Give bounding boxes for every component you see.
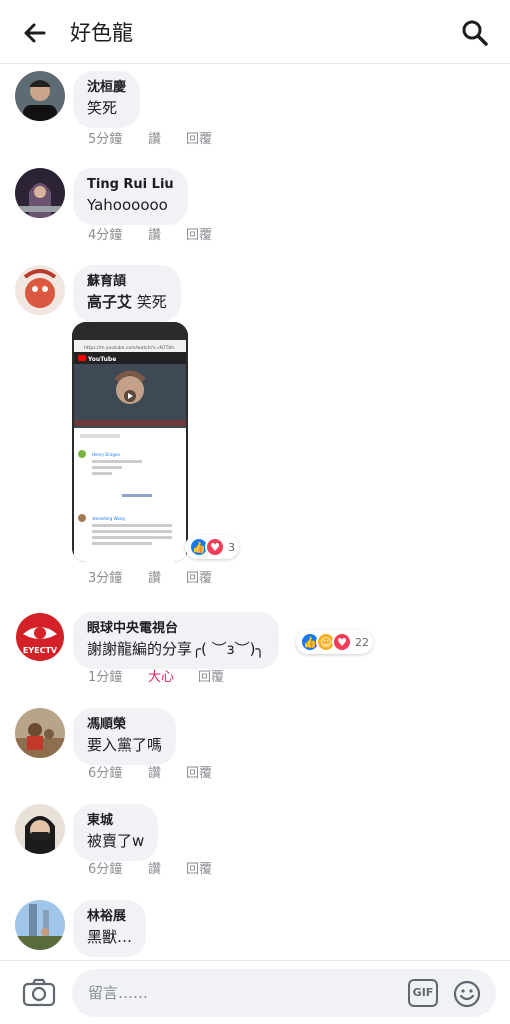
search-icon[interactable] [460,18,490,48]
comment-actions: 1分鐘 大心 回覆 [88,669,224,687]
comment-text: Yahoooooo [87,196,168,214]
avatar[interactable] [15,168,65,218]
comment-actions: 5分鐘 讚回覆 [88,131,212,149]
reaction-summary[interactable]: 👍 ♥ 3 [185,535,239,559]
comment-bubble[interactable]: 沈桓慶 笑死 [73,71,141,128]
reply-button[interactable]: 回覆 [186,861,212,879]
reply-button[interactable]: 回覆 [186,570,212,588]
comment-time: 5分鐘 [88,132,123,147]
header: 好色龍 [0,0,510,64]
emoji-icon[interactable] [452,979,482,1009]
comment-time: 4分鐘 [88,228,123,243]
reaction-count: 3 [228,540,235,554]
love-icon: ♥ [205,537,225,557]
reaction-summary[interactable]: 👍 ☺ ♥ 22 [296,630,373,654]
comment-input[interactable] [88,979,388,1007]
svg-text:sterosterg Wang: sterosterg Wang [92,516,125,521]
comment-text: 被賣了w [87,832,145,850]
comment-bubble[interactable]: Ting Rui Liu Yahoooooo [73,168,188,225]
comment-input-box[interactable]: GIF [72,969,496,1017]
comment-time: 3分鐘 [88,571,123,586]
back-arrow-icon[interactable] [20,18,50,48]
reply-button[interactable]: 回覆 [186,131,212,149]
comment-text: 要入黨了嗎 [87,736,163,754]
like-button[interactable]: 讚 [148,765,186,783]
reply-button[interactable]: 回覆 [186,227,212,245]
comment-author[interactable]: 蘇育頡 [87,273,167,291]
avatar-logo-text: EYECTV [23,646,58,655]
avatar[interactable] [15,804,65,854]
comment-actions: 4分鐘 讚回覆 [88,227,212,245]
image-attachment[interactable]: https://m.youtube.com/watch?v=N7Tbh YouT… [72,322,188,562]
comment-text: 笑死 [87,99,118,117]
comment-author[interactable]: 林裕展 [87,908,132,926]
comment-author[interactable]: Ting Rui Liu [87,176,174,194]
comment-author[interactable]: 馮順榮 [87,716,162,734]
reply-button[interactable]: 回覆 [186,765,212,783]
comment-feed[interactable]: 沈桓慶 笑死 5分鐘讚回覆 Ting Rui Liu Yahoooooo 4分鐘… [0,65,510,960]
avatar[interactable] [15,900,65,950]
comment-bubble[interactable]: 馮順榮 要入黨了嗎 [73,708,177,765]
comment-author[interactable]: 沈桓慶 [87,79,126,97]
comment-time: 1分鐘 [88,670,123,685]
youtube-logo: YouTube [87,356,116,363]
svg-text:Henry Dragon: Henry Dragon [92,452,120,457]
comment-text: 高子艾 笑死 [87,291,167,313]
comment-text: 黑獸… [87,928,133,946]
comment-composer: GIF [0,960,510,1024]
comment-time: 6分鐘 [88,766,123,781]
like-button[interactable]: 讚 [148,570,186,588]
comment-author[interactable]: 眼球中央電視台 [87,620,265,638]
reaction-count: 22 [355,635,369,649]
comment-bubble[interactable]: 林裕展 黑獸… [73,900,147,957]
comment-text-body: 笑死 [136,293,167,311]
comment-bubble[interactable]: 眼球中央電視台 謝謝龍編的分享╭( ︶ɜ︶)╮ [73,612,279,669]
like-button[interactable]: 讚 [148,861,186,879]
comment-bubble[interactable]: 東城 被賣了w [73,804,159,861]
comment-author[interactable]: 東城 [87,812,144,830]
comment-actions: 3分鐘 讚回覆 [88,570,212,588]
comment-bubble[interactable]: 蘇育頡 高子艾 笑死 [73,265,181,322]
comment-actions: 6分鐘 讚回覆 [88,861,212,879]
avatar[interactable] [15,71,65,121]
screenshot-image: https://m.youtube.com/watch?v=N7Tbh YouT… [72,322,188,562]
avatar[interactable] [15,265,65,315]
comment-time: 6分鐘 [88,862,123,877]
avatar[interactable]: EYECTV [15,612,65,662]
like-button[interactable]: 讚 [148,131,186,149]
gif-button[interactable]: GIF [408,979,438,1007]
love-reaction-button[interactable]: 大心 [148,669,198,687]
mention-link[interactable]: 高子艾 [87,293,132,311]
camera-icon[interactable] [22,977,56,1007]
reply-button[interactable]: 回覆 [198,669,224,687]
love-icon: ♥ [332,632,352,652]
avatar[interactable] [15,708,65,758]
url-text: https://m.youtube.com/watch?v=N7Tbh [84,345,174,351]
page-title: 好色龍 [70,21,133,45]
comment-text: 謝謝龍編的分享╭( ︶ɜ︶)╮ [87,640,265,658]
comment-actions: 6分鐘 讚回覆 [88,765,212,783]
like-button[interactable]: 讚 [148,227,186,245]
